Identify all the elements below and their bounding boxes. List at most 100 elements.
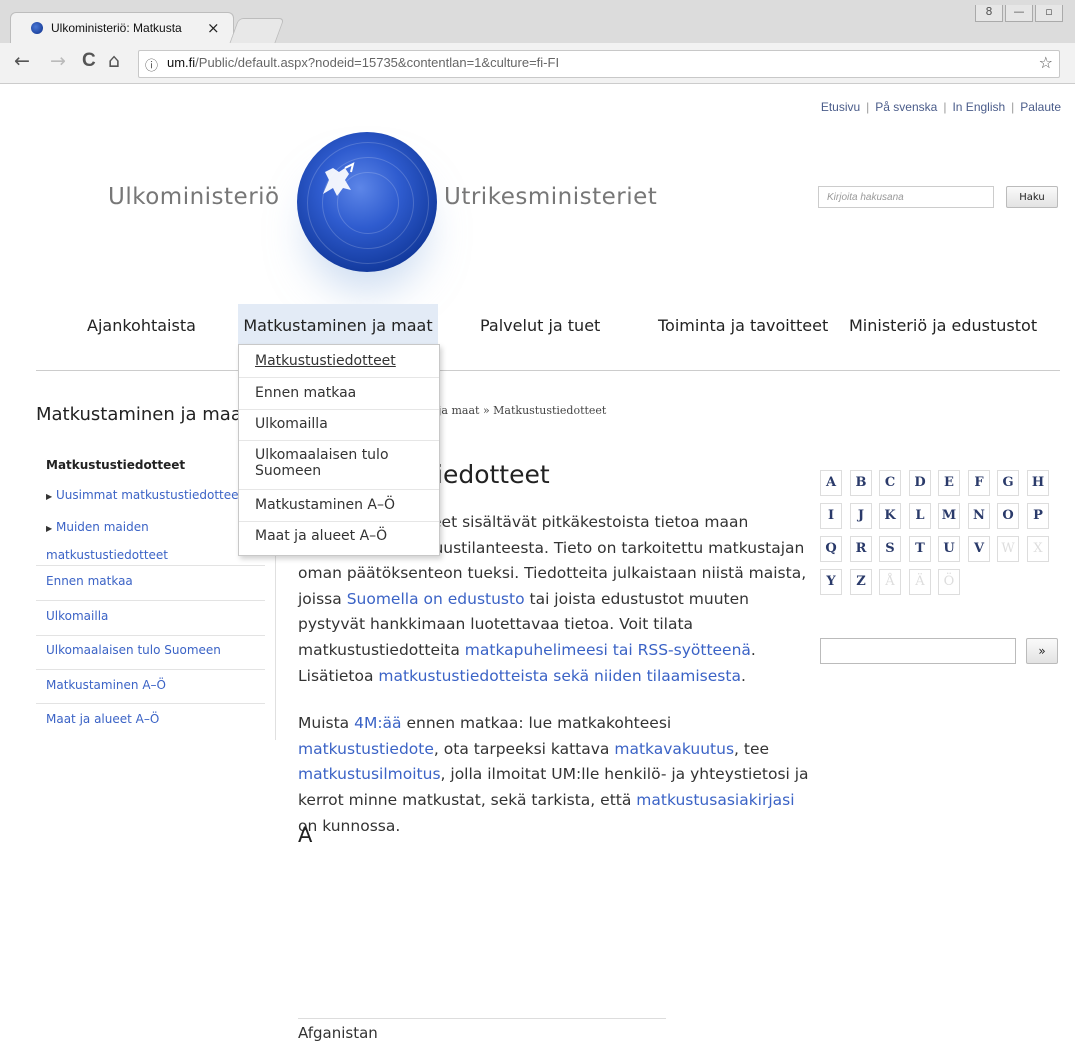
link-travel-notice[interactable]: matkustusilmoitus	[298, 765, 441, 783]
dropdown-item-foreigners-entry[interactable]: Ulkomaalaisen tulo Suomeen	[255, 447, 395, 479]
divider	[36, 669, 265, 670]
top-link-feedback[interactable]: Palaute	[1020, 100, 1061, 114]
sidebar-item-abroad[interactable]: Ulkomailla	[46, 609, 108, 623]
breadcrumb-separator: »	[482, 404, 490, 417]
divider	[36, 703, 265, 704]
divider	[239, 440, 439, 441]
link-travel-insurance[interactable]: matkavakuutus	[614, 740, 734, 758]
country-link-afghanistan[interactable]: Afganistan	[298, 1024, 378, 1042]
bookmark-star-icon[interactable]: ☆	[1039, 53, 1053, 72]
text-span: eet sisältävät pitkäkestoista tietoa maa…	[432, 513, 749, 531]
text-span: Muista	[298, 714, 355, 733]
sidebar-item-before-trip[interactable]: Ennen matkaa	[46, 574, 133, 588]
alphabet-letter-c[interactable]: C	[879, 470, 901, 496]
back-icon[interactable]: ←	[14, 50, 30, 72]
sidebar-item-countries-a-o[interactable]: Maat ja alueet A–Ö	[46, 712, 159, 726]
alphabet-letter-o[interactable]: O	[997, 503, 1019, 529]
alphabet-letter-f[interactable]: F	[968, 470, 990, 496]
alphabet-letter-k[interactable]: K	[879, 503, 901, 529]
alphabet-letter-x: X	[1027, 536, 1049, 562]
brand-name-finnish[interactable]: Ulkoministeriö	[108, 184, 280, 210]
separator: |	[943, 100, 947, 114]
body-text: eet sisältävät pitkäkestoista tietoa maa…	[298, 510, 810, 861]
alphabet-letter-ä: Ä	[909, 569, 931, 595]
sidebar-subitem-other-countries[interactable]: ▶ Muiden maiden matkustustiedotteet	[46, 514, 216, 569]
link-travel-documents[interactable]: matkustusasiakirjasi	[636, 791, 794, 809]
site-info-icon[interactable]: ⓘ	[145, 55, 158, 74]
alphabet-letter-j[interactable]: J	[850, 503, 872, 529]
alphabet-letter-l[interactable]: L	[909, 503, 931, 529]
reload-icon[interactable]: C	[82, 50, 96, 72]
new-tab-button[interactable]	[229, 18, 285, 43]
minimize-icon[interactable]: —	[1005, 5, 1033, 22]
sidebar-subitem-latest[interactable]: ▶ Uusimmat matkustustiedotteet	[46, 488, 251, 502]
sidebar-item-travel-a-o[interactable]: Matkustaminen A–Ö	[46, 678, 166, 692]
brand-name-swedish[interactable]: Utrikesministeriet	[444, 184, 657, 210]
address-bar[interactable]: ⓘ um.fi/Public/default.aspx?nodeid=15735…	[138, 50, 1060, 78]
alphabet-letter-t[interactable]: T	[909, 536, 931, 562]
alphabet-letter-å: Å	[879, 569, 901, 595]
alphabet-letter-v[interactable]: V	[968, 536, 990, 562]
alphabet-letter-n[interactable]: N	[968, 503, 990, 529]
breadcrumb-link[interactable]: ja maat	[438, 404, 479, 417]
nav-dropdown-menu: Matkustustiedotteet Ennen matkaa Ulkomai…	[238, 344, 440, 556]
home-icon[interactable]: ⌂	[108, 50, 120, 72]
alphabet-letter-i[interactable]: I	[820, 503, 842, 529]
dropdown-item-countries-a-o[interactable]: Maat ja alueet A–Ö	[255, 528, 431, 544]
top-link-english[interactable]: In English	[952, 100, 1005, 114]
nav-item-travel-and-countries[interactable]: Matkustaminen ja maat	[238, 304, 438, 348]
country-search-input[interactable]	[820, 638, 1016, 664]
reminder-paragraph: Muista 4M:ää ennen matkaa: lue matkakoht…	[298, 711, 810, 839]
alphabet-letter-b[interactable]: B	[850, 470, 872, 496]
search-button[interactable]: Haku	[1006, 186, 1058, 208]
nav-item-activities[interactable]: Toiminta ja tavoitteet	[658, 304, 828, 348]
separator: |	[1011, 100, 1015, 114]
profile-icon[interactable]: 8	[975, 5, 1003, 22]
alphabet-letter-s[interactable]: S	[879, 536, 901, 562]
link-mobile-rss[interactable]: matkapuhelimeesi tai RSS-syötteenä	[465, 641, 751, 659]
top-link-home[interactable]: Etusivu	[821, 100, 860, 114]
divider	[36, 565, 265, 566]
alphabet-letter-g[interactable]: G	[997, 470, 1019, 496]
alphabet-letter-m[interactable]: M	[938, 503, 960, 529]
alphabet-letter-p[interactable]: P	[1027, 503, 1049, 529]
link-finnish-missions[interactable]: Suomella on edustusto	[347, 590, 525, 608]
alphabet-letter-h[interactable]: H	[1027, 470, 1049, 496]
tab-close-icon[interactable]: ×	[207, 19, 220, 37]
alphabet-letter-a[interactable]: A	[820, 470, 842, 496]
maximize-icon[interactable]: ▫	[1035, 5, 1063, 22]
text-span: ennen matkaa: lue matkakohteesi	[401, 714, 672, 733]
nav-item-ministry[interactable]: Ministeriö ja edustustot	[849, 304, 1037, 348]
country-search-button[interactable]: »	[1026, 638, 1058, 664]
top-link-swedish[interactable]: På svenska	[875, 100, 937, 114]
search-input[interactable]: Kirjoita hakusana	[818, 186, 994, 208]
alphabet-letter-y[interactable]: Y	[820, 569, 842, 595]
alphabet-letter-r[interactable]: R	[850, 536, 872, 562]
divider	[239, 521, 439, 522]
sidebar-item-foreigners-entry[interactable]: Ulkomaalaisen tulo Suomeen	[46, 643, 221, 657]
url-host: um.fi	[167, 55, 196, 70]
forward-icon[interactable]: →	[50, 50, 66, 72]
dropdown-item-abroad[interactable]: Ulkomailla	[255, 416, 431, 432]
nav-item-current-affairs[interactable]: Ajankohtaista	[87, 304, 196, 348]
address-url: um.fi/Public/default.aspx?nodeid=15735&c…	[167, 55, 559, 70]
alphabet-letter-q[interactable]: Q	[820, 536, 842, 562]
sidebar-item-current[interactable]: Matkustustiedotteet	[46, 458, 185, 472]
dropdown-item-travel-a-o[interactable]: Matkustaminen A–Ö	[255, 497, 431, 513]
url-path: /Public/default.aspx?nodeid=15735&conten…	[195, 55, 560, 70]
ministry-logo[interactable]	[297, 132, 437, 272]
breadcrumb: ja maat » Matkustustiedotteet	[438, 404, 606, 417]
dropdown-item-travel-bulletins[interactable]: Matkustustiedotteet	[255, 353, 431, 369]
main-navigation: Ajankohtaista Matkustaminen ja maat Palv…	[0, 304, 1075, 348]
link-travel-bulletin[interactable]: matkustustiedote	[298, 740, 434, 758]
alphabet-letter-d[interactable]: D	[909, 470, 931, 496]
link-4m[interactable]: 4M:ää	[354, 714, 401, 732]
bullet-icon: ▶	[46, 524, 53, 533]
nav-item-services[interactable]: Palvelut ja tuet	[480, 304, 600, 348]
alphabet-letter-e[interactable]: E	[938, 470, 960, 496]
browser-tab[interactable]: Ulkoministeriö: Matkusta ×	[10, 12, 234, 44]
alphabet-letter-z[interactable]: Z	[850, 569, 872, 595]
alphabet-letter-u[interactable]: U	[938, 536, 960, 562]
link-bulletin-info[interactable]: matkustustiedotteista sekä niiden tilaam…	[378, 667, 741, 685]
dropdown-item-before-trip[interactable]: Ennen matkaa	[255, 385, 431, 401]
